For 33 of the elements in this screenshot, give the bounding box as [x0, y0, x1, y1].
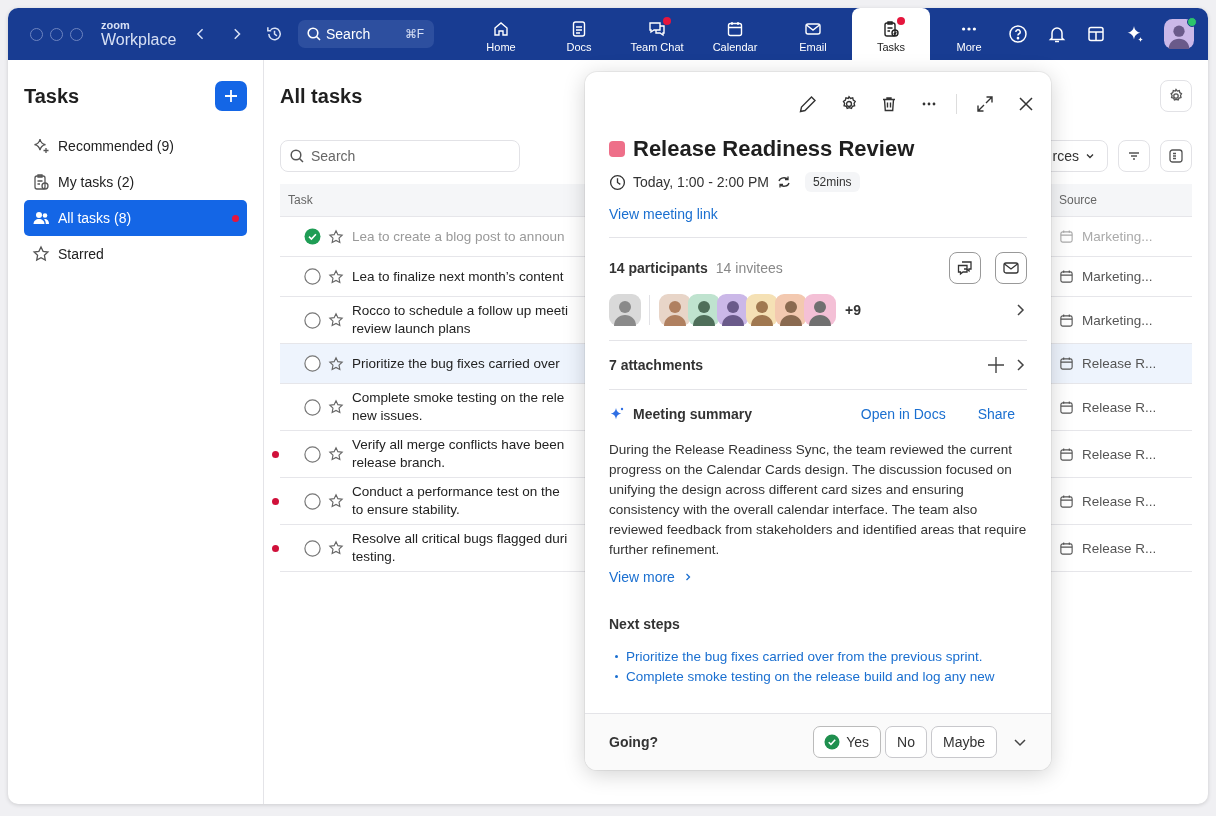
section-title: Meeting summary [633, 406, 753, 422]
shortcut-hint: ⌘F [404, 27, 424, 41]
source-name: Marketing... [1082, 312, 1153, 328]
attachments-count: 7 attachments [609, 357, 704, 373]
summary-text: During the Release Readiness Sync, the team reviewed the current progress on the Calendar Cards design. The discussion focused on unifying the design across different card sizes and ensuring consistency with the overall calendar interface. The team also reviewed feedback from stakeholders and identified areas that require further refinement. [609, 441, 1027, 559]
source-name: Release R... [1082, 356, 1157, 371]
source-name: Marketing... [1082, 269, 1153, 284]
task-title: Lea to create a blog post to announ [352, 227, 566, 246]
participants-count: 14 participants [609, 260, 708, 276]
rsvp-label: Going? [609, 734, 658, 750]
section-title: Next steps [609, 616, 681, 632]
task-title: Conduct a performance test on the to ensure stability. [352, 483, 561, 519]
task-title: Resolve all critical bugs flagged duri testing. [352, 530, 569, 566]
task-title: Lea to finalize next month’s content [352, 267, 565, 286]
task-title: Complete smoke testing on the rele new issues. [352, 389, 566, 425]
sidebar-title: Tasks [24, 84, 80, 108]
task-title: Verify all merge conflicts have been release branch. [352, 436, 566, 472]
duration-chip: 52mins [804, 172, 860, 192]
task-title: Prioritize the bug fixes carried over [352, 354, 561, 373]
source-name: Release R... [1082, 493, 1157, 509]
source-name: Release R... [1082, 399, 1157, 415]
invitees-count: 14 invitees [715, 260, 783, 276]
column-header: Task [287, 193, 313, 207]
source-name: Release R... [1082, 446, 1157, 462]
column-header: Source [1059, 193, 1099, 207]
source-name: Release R... [1082, 540, 1157, 556]
source-name: Marketing... [1082, 229, 1153, 244]
event-title: Release Readiness Review [633, 136, 915, 162]
page-title: All tasks [280, 84, 363, 108]
logo-title: Workplace [101, 32, 177, 48]
event-time: Today, 1:00 - 2:00 PM [633, 174, 769, 190]
task-title: Rocco to schedule a follow up meeti review launch plans [352, 302, 570, 338]
logo-wordmark: zoom [101, 20, 131, 31]
